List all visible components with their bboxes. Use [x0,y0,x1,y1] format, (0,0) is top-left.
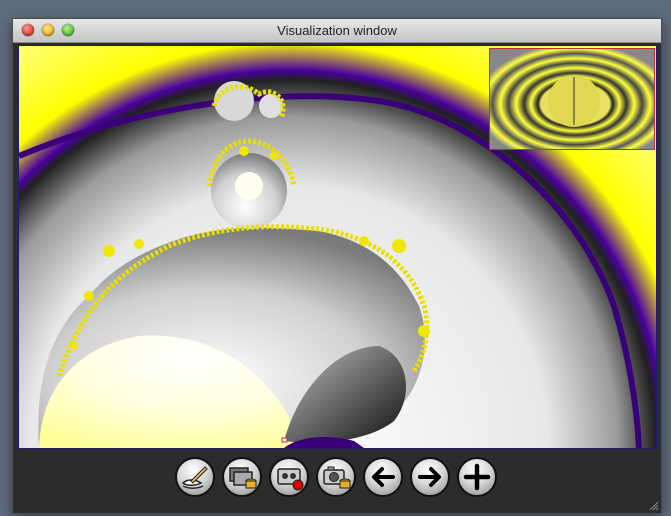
window-title: Visualization window [277,23,397,38]
zoom-in-button[interactable] [457,457,497,497]
fractal-canvas[interactable] [18,45,657,449]
edit-palette-icon [181,466,208,489]
save-images-icon [229,467,257,489]
title-bar[interactable]: Visualization window [13,19,661,43]
back-arrow-icon [372,467,395,487]
overview-thumbnail[interactable] [489,48,655,150]
toolbar [13,449,661,513]
visualization-window: Visualization window [12,18,662,514]
edit-palette-button[interactable] [175,457,215,497]
zoom-in-icon [463,463,491,491]
save-snapshot-button[interactable] [316,457,356,497]
back-button[interactable] [363,457,403,497]
record-video-button[interactable] [269,457,309,497]
forward-arrow-icon [418,467,441,487]
resize-grip-icon[interactable] [647,499,659,511]
save-snapshot-icon [323,466,351,489]
save-images-button[interactable] [222,457,262,497]
record-video-icon [277,468,304,491]
forward-button[interactable] [410,457,450,497]
